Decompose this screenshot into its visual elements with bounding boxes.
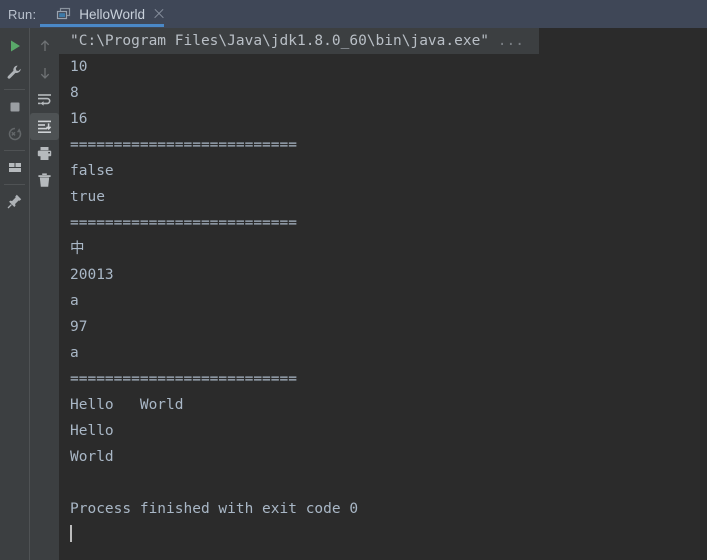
run-tool-window: Run: HelloWorld "C:\Program Files\Java\j…: [0, 0, 707, 560]
pin-icon: [7, 194, 22, 209]
console-line: 8: [70, 85, 79, 101]
stop-square-icon: [10, 102, 19, 111]
layout-button[interactable]: [0, 154, 29, 181]
toolbar-separator: [4, 184, 25, 185]
toolbar-separator: [4, 150, 25, 151]
console-line: a: [70, 345, 79, 361]
console-line: 10: [70, 59, 88, 75]
console-command-line: "C:\Program Files\Java\jdk1.8.0_60\bin\j…: [59, 28, 539, 54]
java-command-text: "C:\Program Files\Java\jdk1.8.0_60\bin\j…: [70, 33, 498, 49]
run-tool-window-header: Run: HelloWorld: [0, 0, 707, 28]
run-configuration-icon: [56, 6, 72, 22]
scroll-to-end-button[interactable]: [30, 113, 59, 140]
console-line: Hello World: [70, 397, 184, 413]
console-line: 16: [70, 111, 88, 127]
soft-wrap-button[interactable]: [30, 86, 59, 113]
console-line: Hello: [70, 423, 114, 439]
wrench-icon: [7, 65, 21, 79]
arrow-up-icon: [40, 39, 49, 51]
clear-all-button[interactable]: [30, 167, 59, 194]
rerun-failed-icon: [8, 127, 21, 140]
play-icon: [10, 40, 20, 51]
soft-wrap-icon: [38, 94, 51, 106]
toolbar-left: [0, 28, 29, 215]
text-caret: [70, 525, 72, 542]
print-button[interactable]: [30, 140, 59, 167]
console-line: 20013: [70, 267, 114, 283]
tab-active-indicator: [40, 24, 164, 27]
stop-button[interactable]: [0, 93, 29, 120]
toolbar-separator: [4, 89, 25, 90]
tab-label: HelloWorld: [79, 6, 146, 22]
arrow-down-icon: [40, 67, 49, 79]
command-ellipsis[interactable]: ...: [498, 33, 524, 49]
toolbar-right: [30, 28, 59, 194]
pin-tab-button[interactable]: [0, 188, 29, 215]
edit-configuration-button[interactable]: [0, 59, 29, 86]
run-label: Run:: [8, 6, 37, 22]
console-line: ==========================: [70, 137, 297, 153]
layout-icon: [8, 162, 21, 172]
console-lines: 10 8 16 ========================== false true…: [59, 54, 707, 522]
console-line: 中: [70, 241, 85, 257]
down-the-stack-trace-button[interactable]: [30, 59, 59, 86]
console-line: true: [70, 189, 105, 205]
console-line: a: [70, 293, 79, 309]
console-caret-line: [59, 522, 707, 548]
scroll-to-end-icon: [38, 120, 52, 133]
up-the-stack-trace-button[interactable]: [30, 32, 59, 59]
printer-icon: [37, 147, 52, 160]
console-line: ==========================: [70, 371, 297, 387]
rerun-failed-button[interactable]: [0, 120, 29, 147]
console-output[interactable]: "C:\Program Files\Java\jdk1.8.0_60\bin\j…: [59, 28, 707, 560]
console-command-line-row: "C:\Program Files\Java\jdk1.8.0_60\bin\j…: [59, 28, 707, 54]
trash-icon: [38, 173, 51, 187]
console-toolbars: [0, 28, 59, 560]
rerun-button[interactable]: [0, 32, 29, 59]
console-line: false: [70, 163, 114, 179]
console-line: World: [70, 449, 114, 465]
console-line: Process finished with exit code 0: [70, 501, 359, 517]
console-line: 97: [70, 319, 88, 335]
close-icon[interactable]: [153, 8, 165, 20]
console-line: ==========================: [70, 215, 297, 231]
